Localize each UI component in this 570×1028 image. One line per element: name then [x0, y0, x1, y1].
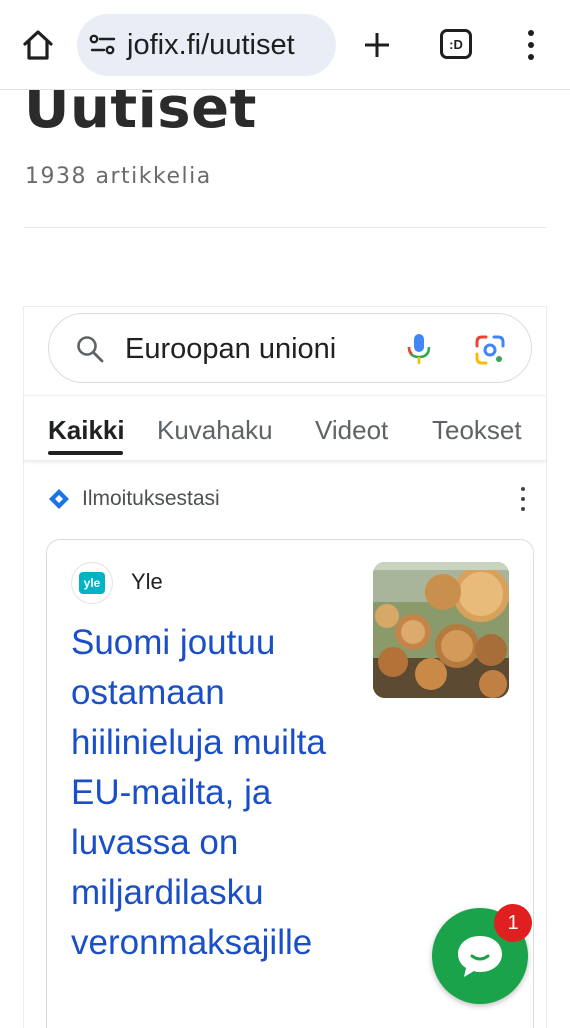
tab-switcher-button[interactable]: :D — [440, 29, 472, 59]
menu-dot-icon — [528, 42, 534, 48]
active-tab-indicator — [48, 451, 123, 455]
section-header: Ilmoituksestasi — [48, 485, 534, 515]
section-label: Ilmoituksestasi — [82, 487, 220, 510]
menu-dot-icon — [528, 54, 534, 60]
search-icon — [77, 336, 104, 363]
source-logo: yle — [71, 562, 113, 604]
google-lens-icon[interactable] — [474, 334, 506, 366]
site-settings-icon[interactable] — [89, 33, 117, 57]
news-headline[interactable]: Suomi joutuu ostamaan hiilinieluja muilt… — [71, 618, 361, 968]
discover-icon — [49, 489, 69, 509]
tab-kaikki[interactable]: Kaikki — [48, 415, 125, 446]
more-options-icon[interactable] — [518, 487, 528, 511]
notification-badge: 1 — [494, 904, 532, 942]
tab-kuvahaku[interactable]: Kuvahaku — [157, 415, 273, 446]
address-bar[interactable]: jofix.fi/uutiset — [77, 14, 336, 76]
search-tabs: Kaikki Kuvahaku Videot Teokset — [24, 395, 546, 461]
source-name: Yle — [131, 569, 163, 594]
browser-toolbar: jofix.fi/uutiset :D — [0, 0, 570, 90]
tab-videot[interactable]: Videot — [315, 415, 388, 446]
news-thumbnail[interactable] — [373, 562, 509, 698]
plus-icon — [365, 33, 389, 57]
new-tab-button[interactable] — [358, 26, 396, 64]
menu-dot-icon — [528, 30, 534, 36]
url-text: jofix.fi/uutiset — [127, 28, 295, 61]
home-icon — [23, 30, 53, 60]
home-button[interactable] — [18, 26, 58, 64]
log-pile-image-icon — [373, 562, 509, 698]
search-query[interactable]: Euroopan unioni — [125, 333, 336, 366]
yle-logo-icon: yle — [79, 572, 105, 594]
browser-menu-button[interactable] — [516, 26, 546, 64]
microphone-icon[interactable] — [405, 332, 433, 366]
search-box[interactable]: Euroopan unioni — [48, 313, 532, 383]
tab-teokset[interactable]: Teokset — [432, 415, 522, 446]
article-count: 1938 artikkelia — [25, 164, 212, 189]
divider — [24, 227, 546, 228]
